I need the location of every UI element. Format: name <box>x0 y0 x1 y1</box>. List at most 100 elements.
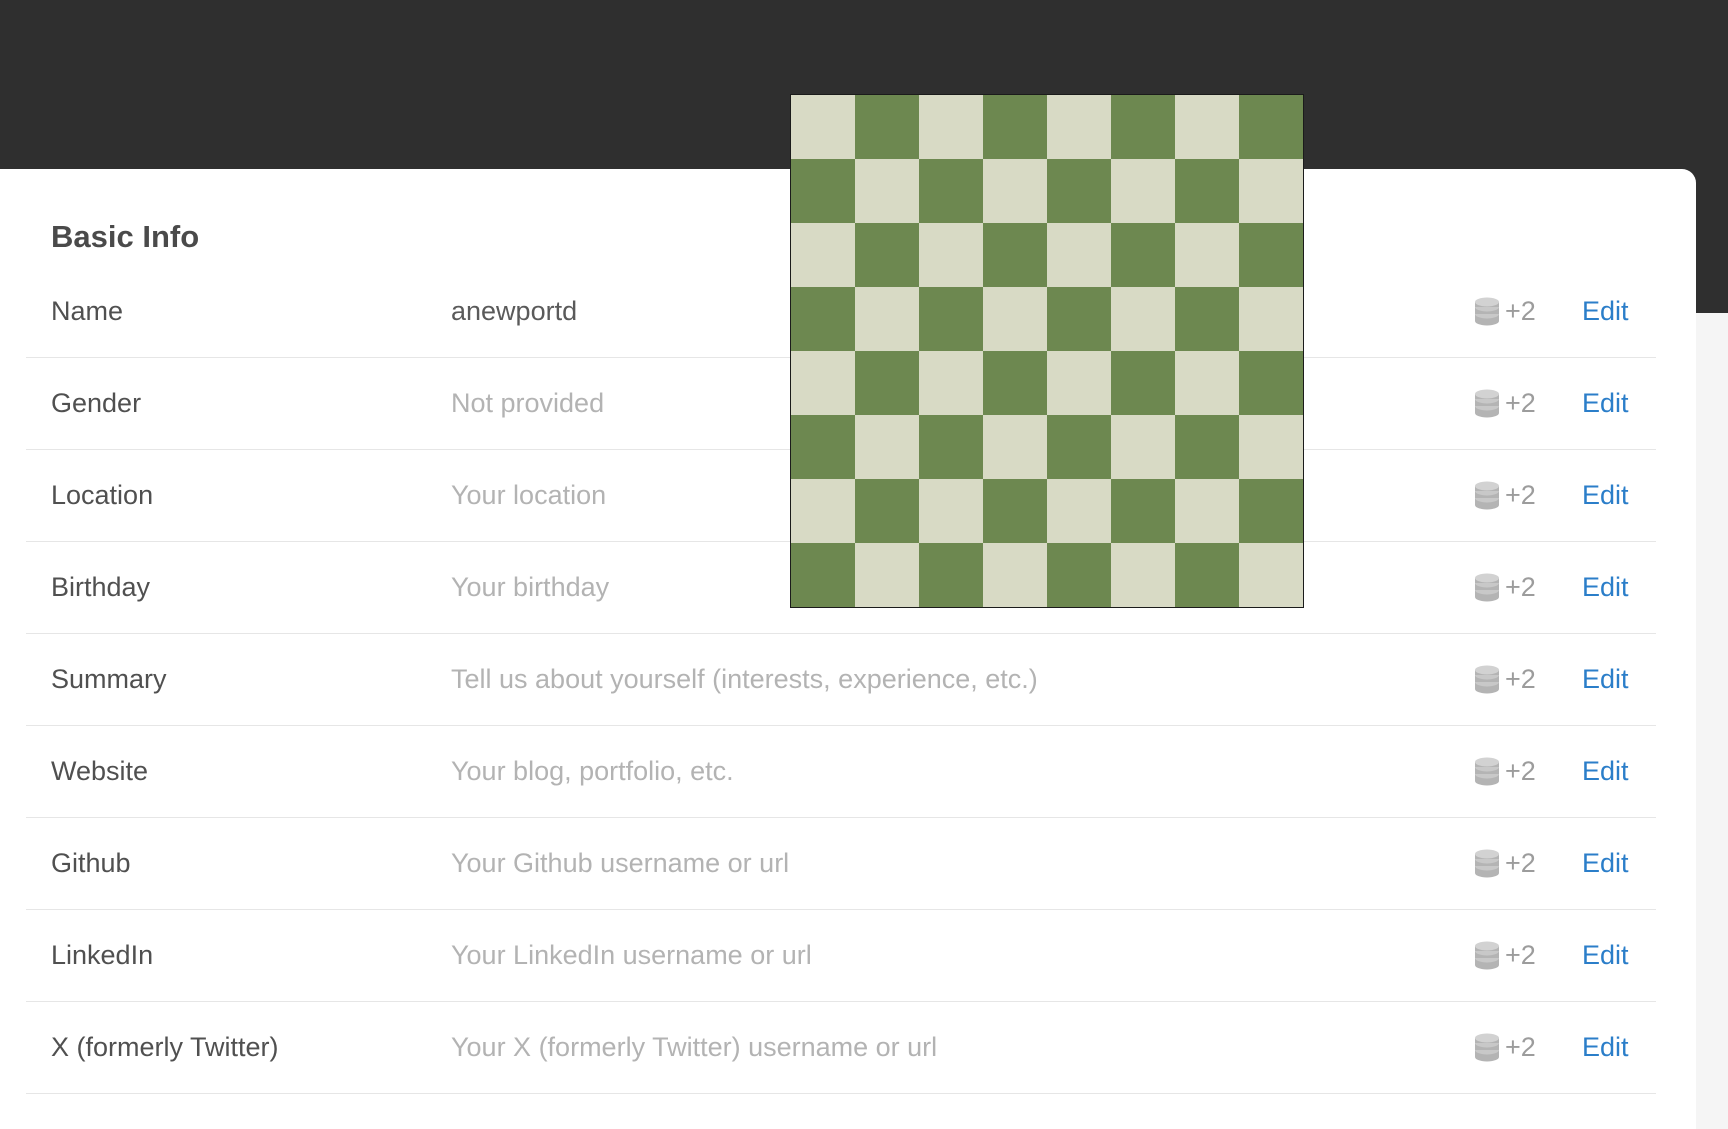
chess-square[interactable] <box>1047 159 1111 223</box>
edit-linkedin-button[interactable]: Edit <box>1582 940 1629 971</box>
chess-square[interactable] <box>983 415 1047 479</box>
chess-square[interactable] <box>1047 351 1111 415</box>
chess-square[interactable] <box>1175 479 1239 543</box>
chess-square[interactable] <box>983 223 1047 287</box>
field-value: Not provided <box>451 388 605 418</box>
chess-square[interactable] <box>1111 415 1175 479</box>
chess-square[interactable] <box>791 95 855 159</box>
chess-square[interactable] <box>855 479 919 543</box>
chess-square[interactable] <box>791 159 855 223</box>
chess-square[interactable] <box>1111 223 1175 287</box>
chess-square[interactable] <box>1239 479 1303 543</box>
chess-square[interactable] <box>1111 479 1175 543</box>
chess-square[interactable] <box>919 479 983 543</box>
chess-square[interactable] <box>1175 351 1239 415</box>
points-badge: +2 <box>1474 756 1536 787</box>
chess-square[interactable] <box>1175 287 1239 351</box>
edit-x-button[interactable]: Edit <box>1582 1032 1629 1063</box>
chess-square[interactable] <box>1111 287 1175 351</box>
field-value: Tell us about yourself (interests, exper… <box>451 664 1038 694</box>
field-row-github: Github Your Github username or url +2 Ed… <box>26 818 1656 910</box>
points-badge: +2 <box>1474 940 1536 971</box>
field-label: Name <box>51 296 124 326</box>
chess-square[interactable] <box>919 543 983 607</box>
field-row-summary: Summary Tell us about yourself (interest… <box>26 634 1656 726</box>
points-badge: +2 <box>1474 664 1536 695</box>
chess-square[interactable] <box>1239 223 1303 287</box>
edit-location-button[interactable]: Edit <box>1582 480 1629 511</box>
chess-square[interactable] <box>791 223 855 287</box>
chess-square[interactable] <box>1047 415 1111 479</box>
edit-summary-button[interactable]: Edit <box>1582 664 1629 695</box>
edit-name-button[interactable]: Edit <box>1582 296 1629 327</box>
chess-square[interactable] <box>983 543 1047 607</box>
chess-square[interactable] <box>983 159 1047 223</box>
chess-square[interactable] <box>919 351 983 415</box>
chess-square[interactable] <box>855 415 919 479</box>
chess-square[interactable] <box>919 223 983 287</box>
chess-square[interactable] <box>855 95 919 159</box>
chess-square[interactable] <box>1111 351 1175 415</box>
chess-square[interactable] <box>791 479 855 543</box>
field-value: anewportd <box>451 296 578 326</box>
field-label: Birthday <box>51 572 151 602</box>
chess-square[interactable] <box>919 287 983 351</box>
chess-square[interactable] <box>1111 95 1175 159</box>
chess-square[interactable] <box>1239 543 1303 607</box>
chess-square[interactable] <box>791 287 855 351</box>
chess-square[interactable] <box>1239 351 1303 415</box>
chess-square[interactable] <box>1111 159 1175 223</box>
chess-square[interactable] <box>1175 159 1239 223</box>
edit-website-button[interactable]: Edit <box>1582 756 1629 787</box>
points-badge: +2 <box>1474 1032 1536 1063</box>
chess-square[interactable] <box>1239 287 1303 351</box>
points-value: +2 <box>1505 572 1536 602</box>
chess-square[interactable] <box>855 351 919 415</box>
chess-square[interactable] <box>1239 159 1303 223</box>
chess-square[interactable] <box>1175 415 1239 479</box>
chess-square[interactable] <box>855 543 919 607</box>
chess-square[interactable] <box>983 351 1047 415</box>
chess-square[interactable] <box>855 287 919 351</box>
field-value: Your location <box>451 480 607 510</box>
points-value: +2 <box>1505 940 1536 970</box>
chess-square[interactable] <box>1239 95 1303 159</box>
chess-square[interactable] <box>1111 543 1175 607</box>
points-value: +2 <box>1505 664 1536 694</box>
chess-square[interactable] <box>791 543 855 607</box>
chess-square[interactable] <box>1239 415 1303 479</box>
points-badge: +2 <box>1474 848 1536 879</box>
edit-github-button[interactable]: Edit <box>1582 848 1629 879</box>
edit-gender-button[interactable]: Edit <box>1582 388 1629 419</box>
points-value: +2 <box>1505 388 1536 418</box>
chess-square[interactable] <box>919 415 983 479</box>
chess-square[interactable] <box>1047 223 1111 287</box>
coin-stack-icon <box>1475 665 1499 693</box>
field-label: Summary <box>51 664 167 694</box>
chess-square[interactable] <box>791 415 855 479</box>
points-badge: +2 <box>1474 388 1536 419</box>
chess-square[interactable] <box>983 95 1047 159</box>
chessboard[interactable] <box>790 94 1304 608</box>
field-value: Your blog, portfolio, etc. <box>451 756 734 786</box>
chess-square[interactable] <box>855 159 919 223</box>
chess-square[interactable] <box>1047 543 1111 607</box>
chess-square[interactable] <box>919 95 983 159</box>
field-label: LinkedIn <box>51 940 154 970</box>
edit-birthday-button[interactable]: Edit <box>1582 572 1629 603</box>
chess-square[interactable] <box>1047 287 1111 351</box>
chess-square[interactable] <box>791 351 855 415</box>
chess-square[interactable] <box>1047 95 1111 159</box>
coin-stack-icon <box>1475 941 1499 969</box>
chess-square[interactable] <box>1175 95 1239 159</box>
chess-square[interactable] <box>983 287 1047 351</box>
chess-square[interactable] <box>855 223 919 287</box>
chess-square[interactable] <box>1175 543 1239 607</box>
chess-square[interactable] <box>983 479 1047 543</box>
chess-square[interactable] <box>1175 223 1239 287</box>
field-label: Github <box>51 848 131 878</box>
chess-square[interactable] <box>1047 479 1111 543</box>
chess-square[interactable] <box>919 159 983 223</box>
points-value: +2 <box>1505 848 1536 878</box>
field-value: Your X (formerly Twitter) username or ur… <box>451 1032 938 1062</box>
